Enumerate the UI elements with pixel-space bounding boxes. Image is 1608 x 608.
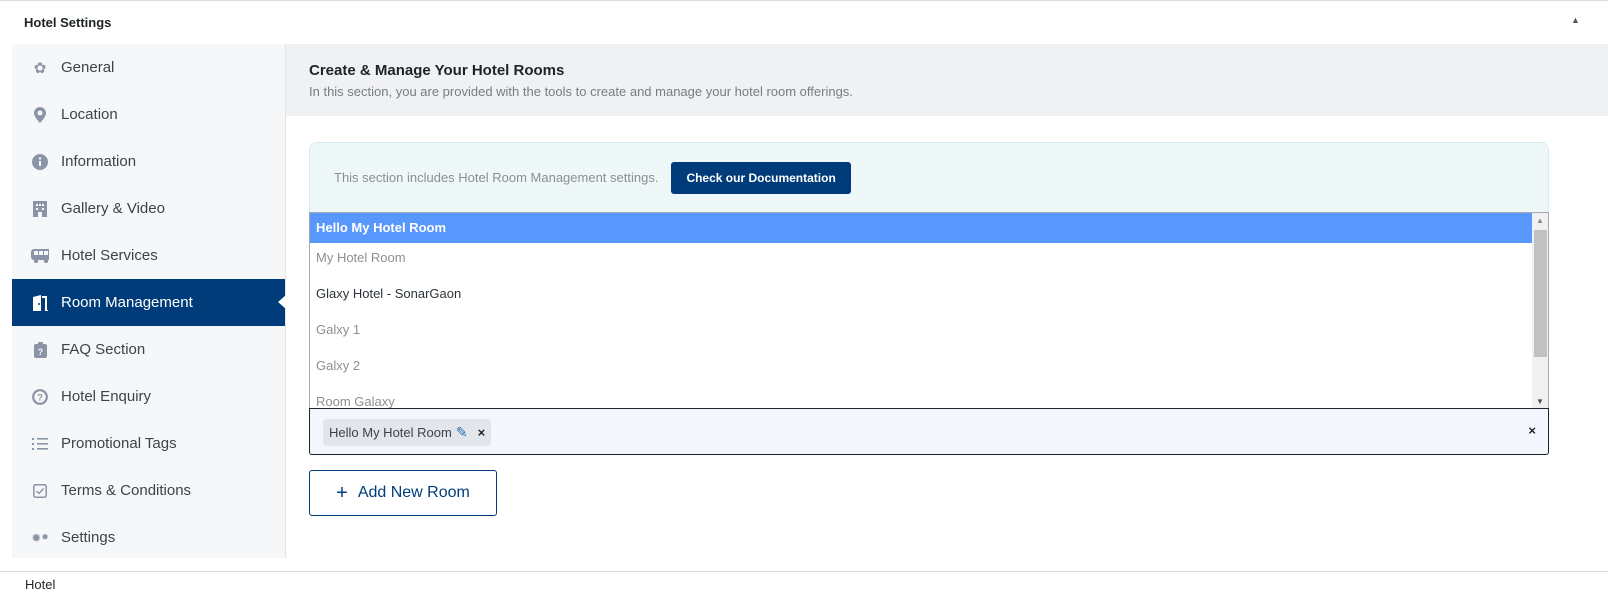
dropdown-option[interactable]: Galxy 1 <box>310 315 1548 351</box>
tag-label: Hello My Hotel Room <box>329 425 452 440</box>
sidebar-item-location[interactable]: Location <box>12 91 285 138</box>
add-button-label: Add New Room <box>357 484 470 501</box>
sidebar-item-label: Terms & Conditions <box>61 482 192 499</box>
dropdown-option[interactable]: Hello My Hotel Room <box>310 213 1548 243</box>
dropdown-option[interactable]: Glaxy Hotel - SonarGaon <box>310 279 1548 315</box>
svg-text:?: ? <box>37 347 43 357</box>
notice-text: This section includes Hotel Room Managem… <box>334 170 659 185</box>
room-dropdown-list[interactable]: Hello My Hotel Room My Hotel Room Glaxy … <box>309 212 1549 408</box>
info-notice: This section includes Hotel Room Managem… <box>309 142 1549 212</box>
sidebar-item-gallery-video[interactable]: Gallery & Video <box>12 185 285 232</box>
bus-icon <box>31 247 49 265</box>
list-icon <box>31 435 49 453</box>
dropdown-option[interactable]: My Hotel Room <box>310 243 1548 279</box>
clipboard-question-icon: ? <box>31 341 49 359</box>
selected-room-tag: Hello My Hotel Room ✎ × <box>323 419 492 446</box>
footer-label: Hotel <box>25 577 56 592</box>
section-title: Create & Manage Your Hotel Rooms <box>309 62 565 79</box>
plus-icon: + <box>336 481 348 504</box>
sidebar-item-label: Information <box>61 153 137 170</box>
sidebar-item-label: Gallery & Video <box>61 200 165 217</box>
collapse-toggle-icon[interactable]: ▲ <box>1571 15 1580 25</box>
remove-tag-icon[interactable]: × <box>478 425 486 440</box>
sidebar-item-promotional-tags[interactable]: Promotional Tags <box>12 420 285 467</box>
add-new-room-button[interactable]: + Add New Room <box>309 470 497 516</box>
sidebar-item-general[interactable]: ✿ General <box>12 44 285 91</box>
sidebar-item-label: Location <box>61 106 118 123</box>
edit-icon[interactable]: ✎ <box>456 424 468 441</box>
checkbox-icon <box>31 482 49 500</box>
sidebar-item-room-management[interactable]: Room Management <box>12 279 286 326</box>
sidebar-item-faq-section[interactable]: ? FAQ Section <box>12 326 285 373</box>
gear-icon: ✿ <box>33 59 47 77</box>
sidebar: ✿ General Location Information Gallery & … <box>12 44 286 558</box>
sidebar-item-label: Hotel Enquiry <box>61 388 152 405</box>
sidebar-item-label: Settings <box>61 529 116 546</box>
question-circle-icon: ? <box>31 388 49 406</box>
section-header: Create & Manage Your Hotel Rooms In this… <box>286 44 1608 116</box>
documentation-button[interactable]: Check our Documentation <box>671 161 851 194</box>
scroll-up-icon[interactable]: ▲ <box>1536 216 1544 225</box>
scrollbar-thumb[interactable] <box>1534 230 1547 357</box>
svg-text:?: ? <box>37 392 43 403</box>
sidebar-item-information[interactable]: Information <box>12 138 285 185</box>
sidebar-item-label: General <box>61 59 115 76</box>
scrollbar[interactable]: ▲ ▼ <box>1532 213 1548 408</box>
sidebar-item-label: Hotel Services <box>61 247 158 264</box>
info-circle-icon <box>31 153 49 171</box>
footer-divider <box>0 571 1608 572</box>
top-divider <box>0 0 1608 1</box>
sidebar-item-hotel-enquiry[interactable]: ? Hotel Enquiry <box>12 373 285 420</box>
door-open-icon <box>31 294 49 312</box>
sidebar-item-settings[interactable]: ✹ ✹ Settings <box>12 514 285 561</box>
sidebar-item-label: Promotional Tags <box>61 435 177 452</box>
map-pin-icon <box>31 106 49 124</box>
scroll-down-icon[interactable]: ▼ <box>1536 397 1544 406</box>
clear-selection-icon[interactable]: × <box>1528 423 1536 438</box>
dropdown-option[interactable]: Room Galaxy <box>310 387 1548 408</box>
page-title: Hotel Settings <box>24 15 112 30</box>
sidebar-item-label: Room Management <box>61 294 193 311</box>
section-subtitle: In this section, you are provided with t… <box>309 84 853 99</box>
building-icon <box>31 200 49 218</box>
room-select-input[interactable]: Hello My Hotel Room ✎ × × <box>309 408 1549 455</box>
sidebar-item-hotel-services[interactable]: Hotel Services <box>12 232 285 279</box>
gears-icon: ✹ ✹ <box>31 530 49 545</box>
dropdown-option[interactable]: Galxy 2 <box>310 351 1548 387</box>
sidebar-item-terms-conditions[interactable]: Terms & Conditions <box>12 467 285 514</box>
sidebar-item-label: FAQ Section <box>61 341 146 358</box>
